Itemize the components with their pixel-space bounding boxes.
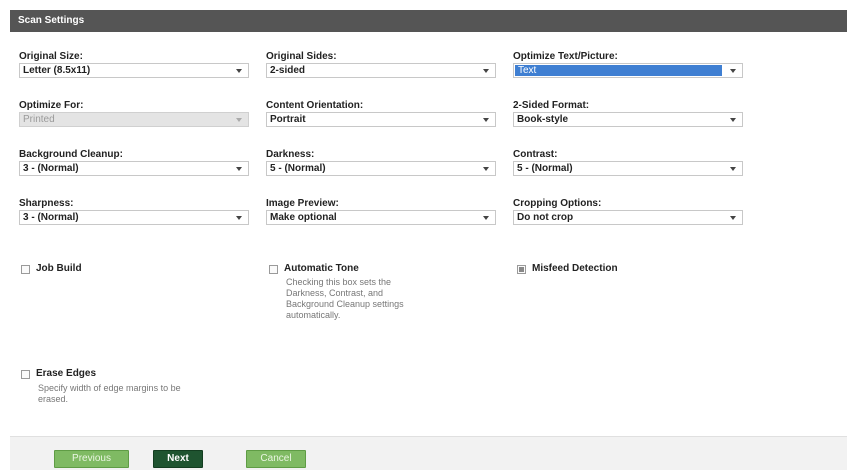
automatic-tone-hint-line: Darkness, Contrast, and: [286, 288, 384, 298]
cancel-button[interactable]: Cancel: [246, 450, 306, 468]
original-size-value: Letter (8.5x11): [23, 65, 91, 76]
chevron-down-icon: [233, 162, 245, 175]
contrast-value: 5 - (Normal): [517, 163, 573, 174]
cropping-options-value: Do not crop: [517, 212, 574, 223]
job-build-checkbox[interactable]: Job Build: [21, 263, 82, 275]
contrast-label: Contrast:: [513, 149, 558, 160]
background-cleanup-label: Background Cleanup:: [19, 149, 123, 160]
erase-edges-hint-line: Specify width of edge margins to be: [38, 383, 181, 393]
job-build-label: Job Build: [36, 263, 82, 274]
two-sided-format-label: 2-Sided Format:: [513, 100, 590, 111]
original-sides-field: Original Sides: 2-sided: [266, 50, 496, 78]
darkness-value: 5 - (Normal): [270, 163, 326, 174]
darkness-label: Darkness:: [266, 149, 315, 160]
two-sided-format-select[interactable]: Book-style: [513, 112, 743, 127]
automatic-tone-checkbox[interactable]: Automatic Tone: [269, 263, 359, 275]
sharpness-select[interactable]: 3 - (Normal): [19, 210, 249, 225]
cropping-options-field: Cropping Options: Do not crop: [513, 197, 743, 225]
panel-title: Scan Settings: [10, 10, 847, 32]
chevron-down-icon: [480, 211, 492, 224]
optimize-text-picture-label: Optimize Text/Picture:: [513, 51, 618, 62]
original-size-label: Original Size:: [19, 51, 83, 62]
checkbox-icon[interactable]: [269, 265, 278, 274]
content-orientation-select[interactable]: Portrait: [266, 112, 496, 127]
chevron-down-icon: [727, 64, 739, 77]
erase-edges-hint-line: erased.: [38, 394, 69, 404]
image-preview-field: Image Preview: Make optional: [266, 197, 496, 225]
original-sides-value: 2-sided: [270, 65, 306, 76]
chevron-down-icon: [727, 211, 739, 224]
misfeed-detection-label: Misfeed Detection: [532, 263, 618, 274]
optimize-for-label: Optimize For:: [19, 100, 84, 111]
next-button[interactable]: Next: [153, 450, 203, 468]
content-orientation-value: Portrait: [270, 114, 306, 125]
chevron-down-icon: [727, 162, 739, 175]
settings-form: Original Size: Letter (8.5x11) Original …: [10, 32, 847, 436]
darkness-field: Darkness: 5 - (Normal): [266, 148, 496, 176]
darkness-select[interactable]: 5 - (Normal): [266, 161, 496, 176]
optimize-text-picture-select[interactable]: Text: [513, 63, 743, 78]
two-sided-format-value: Book-style: [517, 114, 569, 125]
chevron-down-icon: [480, 162, 492, 175]
checkbox-icon[interactable]: [21, 370, 30, 379]
optimize-for-value: Printed: [23, 114, 55, 125]
erase-edges-checkbox[interactable]: Erase Edges: [21, 368, 96, 380]
checkbox-icon[interactable]: [517, 265, 526, 274]
chevron-down-icon: [233, 113, 245, 126]
cropping-options-select[interactable]: Do not crop: [513, 210, 743, 225]
image-preview-label: Image Preview:: [266, 198, 339, 209]
automatic-tone-hint-line: Checking this box sets the: [286, 277, 392, 287]
content-orientation-label: Content Orientation:: [266, 100, 364, 111]
chevron-down-icon: [727, 113, 739, 126]
original-sides-label: Original Sides:: [266, 51, 337, 62]
optimize-text-picture-value: Text: [515, 65, 722, 76]
two-sided-format-field: 2-Sided Format: Book-style: [513, 99, 743, 127]
sharpness-field: Sharpness: 3 - (Normal): [19, 197, 249, 225]
button-bar: Previous Next Cancel: [10, 436, 847, 470]
optimize-for-select[interactable]: Printed: [19, 112, 249, 127]
chevron-down-icon: [480, 113, 492, 126]
original-sides-select[interactable]: 2-sided: [266, 63, 496, 78]
optimize-text-picture-field: Optimize Text/Picture: Text: [513, 50, 743, 78]
chevron-down-icon: [480, 64, 492, 77]
original-size-select[interactable]: Letter (8.5x11): [19, 63, 249, 78]
background-cleanup-value: 3 - (Normal): [23, 163, 79, 174]
sharpness-value: 3 - (Normal): [23, 212, 79, 223]
previous-button[interactable]: Previous: [54, 450, 129, 468]
optimize-for-field: Optimize For: Printed: [19, 99, 249, 127]
content-orientation-field: Content Orientation: Portrait: [266, 99, 496, 127]
image-preview-value: Make optional: [270, 212, 337, 223]
background-cleanup-select[interactable]: 3 - (Normal): [19, 161, 249, 176]
chevron-down-icon: [233, 211, 245, 224]
automatic-tone-label: Automatic Tone: [284, 263, 359, 274]
misfeed-detection-checkbox[interactable]: Misfeed Detection: [517, 263, 618, 275]
automatic-tone-hint-line: Background Cleanup settings: [286, 299, 404, 309]
contrast-field: Contrast: 5 - (Normal): [513, 148, 743, 176]
automatic-tone-hint: Checking this box sets the Darkness, Con…: [286, 277, 404, 321]
cropping-options-label: Cropping Options:: [513, 198, 602, 209]
erase-edges-label: Erase Edges: [36, 368, 97, 379]
chevron-down-icon: [233, 64, 245, 77]
sharpness-label: Sharpness:: [19, 198, 74, 209]
original-size-field: Original Size: Letter (8.5x11): [19, 50, 249, 78]
background-cleanup-field: Background Cleanup: 3 - (Normal): [19, 148, 249, 176]
erase-edges-hint: Specify width of edge margins to be eras…: [38, 383, 181, 405]
automatic-tone-hint-line: automatically.: [286, 310, 341, 320]
checkbox-icon[interactable]: [21, 265, 30, 274]
image-preview-select[interactable]: Make optional: [266, 210, 496, 225]
contrast-select[interactable]: 5 - (Normal): [513, 161, 743, 176]
